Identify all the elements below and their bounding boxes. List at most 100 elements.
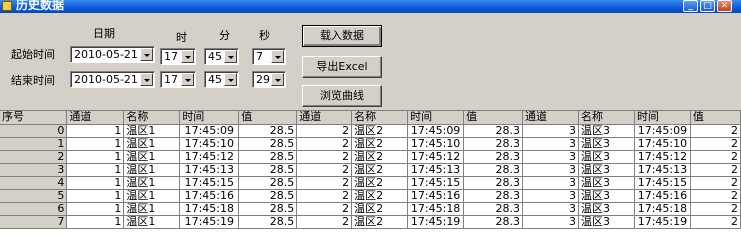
channel-cell[interactable]: 1 xyxy=(66,150,125,164)
channel-cell[interactable]: 1 xyxy=(66,189,125,203)
channel-cell[interactable]: 3 xyxy=(522,215,579,229)
channel-cell[interactable]: 2 xyxy=(296,215,353,229)
row-index-cell[interactable]: 4 xyxy=(0,176,68,190)
name-cell[interactable]: 温区3 xyxy=(578,150,635,164)
value-cell[interactable]: 28.3 xyxy=(463,124,524,138)
end-hour-select[interactable]: 17 xyxy=(160,71,196,88)
column-header[interactable]: 值 xyxy=(463,111,524,125)
name-cell[interactable]: 温区1 xyxy=(123,202,181,216)
channel-cell[interactable]: 2 xyxy=(296,176,353,190)
name-cell[interactable]: 温区2 xyxy=(351,189,409,203)
time-cell[interactable]: 17:45:18 xyxy=(634,202,691,216)
value-cell[interactable]: 28.5 xyxy=(238,137,298,151)
name-cell[interactable]: 温区2 xyxy=(351,124,409,138)
table-row[interactable]: 2 1 温区1 17:45:12 28.5 2 温区2 17:45:12 28.3 3 温区3 17:… xyxy=(0,150,741,164)
time-cell[interactable]: 17:45:12 xyxy=(407,150,465,164)
column-header[interactable]: 值 xyxy=(690,111,741,125)
start-hour-select[interactable]: 17 xyxy=(160,48,196,65)
end-second-select[interactable]: 29 xyxy=(252,71,286,88)
channel-cell[interactable]: 3 xyxy=(522,202,579,216)
time-cell[interactable]: 17:45:09 xyxy=(179,124,240,138)
name-cell[interactable]: 温区3 xyxy=(578,137,635,151)
time-cell[interactable]: 17:45:15 xyxy=(179,176,240,190)
table-row[interactable]: 6 1 温区1 17:45:18 28.5 2 温区2 17:45:18 28.3 3 温区3 17:… xyxy=(0,202,741,216)
channel-cell[interactable]: 3 xyxy=(522,137,579,151)
column-header[interactable]: 通道 xyxy=(522,111,579,125)
column-header[interactable]: 序号 xyxy=(0,111,68,125)
channel-cell[interactable]: 2 xyxy=(296,189,353,203)
table-row[interactable]: 0 1 温区1 17:45:09 28.5 2 温区2 17:45:09 28.3 3 温区3 17:… xyxy=(0,124,741,138)
value-cell[interactable]: 2 xyxy=(690,124,741,138)
value-cell[interactable]: 28.3 xyxy=(463,150,524,164)
value-cell[interactable]: 28.5 xyxy=(238,150,298,164)
row-index-cell[interactable]: 0 xyxy=(0,124,68,138)
row-index-cell[interactable]: 7 xyxy=(0,215,68,229)
time-cell[interactable]: 17:45:15 xyxy=(634,176,691,190)
name-cell[interactable]: 温区3 xyxy=(578,176,635,190)
export-excel-button[interactable]: 导出Excel xyxy=(302,56,382,78)
chevron-down-icon[interactable] xyxy=(140,73,153,86)
name-cell[interactable]: 温区3 xyxy=(578,202,635,216)
end-minute-select[interactable]: 45 xyxy=(204,71,239,88)
browse-curve-button[interactable]: 浏览曲线 xyxy=(302,85,382,107)
table-row[interactable]: 4 1 温区1 17:45:15 28.5 2 温区2 17:45:15 28.3 3 温区3 17:… xyxy=(0,176,741,190)
name-cell[interactable]: 温区2 xyxy=(351,215,409,229)
name-cell[interactable]: 温区3 xyxy=(578,163,635,177)
table-row[interactable]: 3 1 温区1 17:45:13 28.5 2 温区2 17:45:13 28.3 3 温区3 17:… xyxy=(0,163,741,177)
row-index-cell[interactable]: 5 xyxy=(0,189,68,203)
time-cell[interactable]: 17:45:18 xyxy=(407,202,465,216)
name-cell[interactable]: 温区1 xyxy=(123,137,181,151)
channel-cell[interactable]: 2 xyxy=(296,150,353,164)
table-row[interactable]: 1 1 温区1 17:45:10 28.5 2 温区2 17:45:10 28.3 3 温区3 17:… xyxy=(0,137,741,151)
chevron-down-icon[interactable] xyxy=(181,73,194,86)
column-header[interactable]: 时间 xyxy=(634,111,691,125)
time-cell[interactable]: 17:45:18 xyxy=(179,202,240,216)
time-cell[interactable]: 17:45:16 xyxy=(407,189,465,203)
time-cell[interactable]: 17:45:10 xyxy=(407,137,465,151)
channel-cell[interactable]: 3 xyxy=(522,124,579,138)
value-cell[interactable]: 2 xyxy=(690,150,741,164)
name-cell[interactable]: 温区1 xyxy=(123,189,181,203)
name-cell[interactable]: 温区1 xyxy=(123,176,181,190)
column-header[interactable]: 时间 xyxy=(179,111,240,125)
time-cell[interactable]: 17:45:19 xyxy=(407,215,465,229)
name-cell[interactable]: 温区2 xyxy=(351,176,409,190)
load-data-button[interactable]: 载入数据 xyxy=(302,25,382,47)
column-header[interactable]: 名称 xyxy=(578,111,635,125)
channel-cell[interactable]: 3 xyxy=(522,176,579,190)
value-cell[interactable]: 28.3 xyxy=(463,215,524,229)
value-cell[interactable]: 28.3 xyxy=(463,176,524,190)
chevron-down-icon[interactable] xyxy=(271,50,284,63)
value-cell[interactable]: 2 xyxy=(690,202,741,216)
value-cell[interactable]: 28.3 xyxy=(463,189,524,203)
name-cell[interactable]: 温区2 xyxy=(351,163,409,177)
name-cell[interactable]: 温区2 xyxy=(351,202,409,216)
column-header[interactable]: 值 xyxy=(238,111,298,125)
channel-cell[interactable]: 2 xyxy=(296,202,353,216)
value-cell[interactable]: 2 xyxy=(690,137,741,151)
minimize-icon[interactable]: _ xyxy=(683,0,698,12)
row-index-cell[interactable]: 1 xyxy=(0,137,68,151)
name-cell[interactable]: 温区1 xyxy=(123,163,181,177)
time-cell[interactable]: 17:45:16 xyxy=(634,189,691,203)
time-cell[interactable]: 17:45:19 xyxy=(179,215,240,229)
name-cell[interactable]: 温区3 xyxy=(578,124,635,138)
value-cell[interactable]: 28.5 xyxy=(238,189,298,203)
chevron-down-icon[interactable] xyxy=(271,73,284,86)
history-data-grid[interactable]: 序号 通道 名称 时间值通道 名称 时间值通道 名称 时间值 0 1 温区1 17:45:09 28.… xyxy=(0,110,741,246)
end-date-picker[interactable]: 2010-05-21 xyxy=(70,71,155,88)
channel-cell[interactable]: 3 xyxy=(522,189,579,203)
channel-cell[interactable]: 2 xyxy=(296,163,353,177)
channel-cell[interactable]: 1 xyxy=(66,124,125,138)
channel-cell[interactable]: 1 xyxy=(66,137,125,151)
value-cell[interactable]: 2 xyxy=(690,189,741,203)
name-cell[interactable]: 温区1 xyxy=(123,150,181,164)
time-cell[interactable]: 17:45:15 xyxy=(407,176,465,190)
time-cell[interactable]: 17:45:10 xyxy=(179,137,240,151)
name-cell[interactable]: 温区2 xyxy=(351,150,409,164)
table-row[interactable]: 5 1 温区1 17:45:16 28.5 2 温区2 17:45:16 28.3 3 温区3 17:… xyxy=(0,189,741,203)
time-cell[interactable]: 17:45:10 xyxy=(634,137,691,151)
time-cell[interactable]: 17:45:09 xyxy=(634,124,691,138)
value-cell[interactable]: 28.3 xyxy=(463,137,524,151)
column-header[interactable]: 时间 xyxy=(407,111,465,125)
